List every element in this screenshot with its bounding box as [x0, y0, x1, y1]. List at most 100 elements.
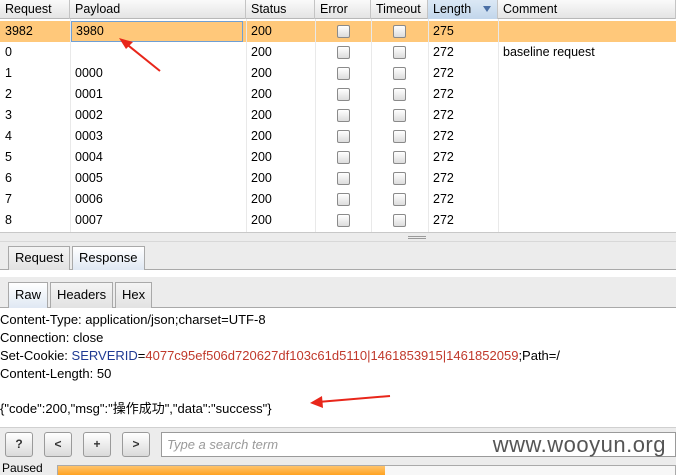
error-checkbox — [337, 25, 350, 38]
pane-splitter[interactable] — [0, 232, 676, 242]
response-text-area[interactable]: Content-Type: application/json;charset=U… — [0, 308, 676, 426]
column-header-payload[interactable]: Payload — [70, 0, 246, 19]
column-divider — [498, 19, 499, 232]
error-checkbox — [337, 46, 350, 59]
cookie-suffix: ;Path=/ — [518, 348, 560, 363]
table-row[interactable]: 4 0003 200 272 — [0, 126, 676, 147]
tab-headers[interactable]: Headers — [50, 282, 114, 308]
cell-payload: 0000 — [75, 66, 103, 80]
cell-comment — [498, 126, 676, 147]
table-row[interactable]: 0 200 272 baseline request — [0, 42, 676, 63]
table-row[interactable]: 1 0000 200 272 — [0, 63, 676, 84]
cell-payload: 0005 — [75, 171, 103, 185]
progress-row: Paused — [0, 461, 676, 475]
column-divider — [246, 19, 247, 232]
table-row[interactable]: 7 0006 200 272 — [0, 189, 676, 210]
cookie-name: SERVERID — [71, 348, 138, 363]
cell-comment — [498, 168, 676, 189]
sort-descending-icon — [483, 6, 491, 12]
timeout-checkbox — [393, 130, 406, 143]
response-json-body: {"code":200,"msg":"操作成功","data":"success… — [0, 401, 272, 416]
column-header-length-label: Length — [433, 2, 472, 16]
cell-length: 272 — [433, 129, 454, 143]
previous-match-button[interactable]: < — [44, 432, 72, 457]
header-set-cookie: Set-Cookie: SERVERID=4077c95ef506d720627… — [0, 347, 560, 365]
header-content-length: Content-Length: 50 — [0, 366, 112, 381]
cell-request: 3982 — [5, 24, 33, 38]
progress-fill — [58, 466, 385, 475]
cell-comment — [498, 84, 676, 105]
cell-status: 200 — [251, 171, 272, 185]
timeout-checkbox — [393, 172, 406, 185]
tab-hex[interactable]: Hex — [115, 282, 153, 308]
timeout-checkbox — [393, 25, 406, 38]
column-divider — [70, 19, 71, 232]
error-checkbox — [337, 109, 350, 122]
cell-request: 1 — [5, 66, 12, 80]
cell-status: 200 — [251, 24, 272, 38]
cell-status: 200 — [251, 45, 272, 59]
cell-request: 0 — [5, 45, 12, 59]
add-button[interactable]: + — [83, 432, 111, 457]
cell-payload: 0003 — [75, 129, 103, 143]
column-header-timeout[interactable]: Timeout — [371, 0, 428, 19]
cell-payload: 0006 — [75, 192, 103, 206]
timeout-checkbox — [393, 46, 406, 59]
cell-request: 4 — [5, 129, 12, 143]
cookie-value: 4077c95ef506d720627df103c61d5110|1461853… — [145, 348, 519, 363]
table-row[interactable]: 2 0001 200 272 — [0, 84, 676, 105]
splitter-grip-icon[interactable] — [408, 236, 426, 239]
table-row[interactable]: 3982 3980 200 275 — [0, 21, 676, 42]
table-row[interactable]: 8 0007 200 272 — [0, 210, 676, 231]
error-checkbox — [337, 151, 350, 164]
column-divider — [428, 19, 429, 232]
cell-status: 200 — [251, 213, 272, 227]
cell-status: 200 — [251, 66, 272, 80]
cell-comment: baseline request — [503, 45, 595, 59]
cell-length: 275 — [433, 24, 454, 38]
cell-request: 7 — [5, 192, 12, 206]
cell-length: 272 — [433, 87, 454, 101]
table-row[interactable]: 3 0002 200 272 — [0, 105, 676, 126]
cell-request: 6 — [5, 171, 12, 185]
cell-payload: 0007 — [75, 213, 103, 227]
cell-comment — [498, 147, 676, 168]
column-header-length[interactable]: Length — [428, 0, 498, 19]
cell-comment — [498, 105, 676, 126]
view-tabs: Raw Headers Hex — [0, 277, 676, 308]
next-match-button[interactable]: > — [122, 432, 150, 457]
column-divider — [371, 19, 372, 232]
cell-request: 2 — [5, 87, 12, 101]
cell-status: 200 — [251, 192, 272, 206]
tab-request[interactable]: Request — [8, 246, 71, 270]
error-checkbox — [337, 67, 350, 80]
cell-status: 200 — [251, 108, 272, 122]
table-header: Request Payload Status Error Timeout Len… — [0, 0, 676, 19]
column-divider — [315, 19, 316, 232]
timeout-checkbox — [393, 151, 406, 164]
help-button[interactable]: ? — [5, 432, 33, 457]
column-header-request[interactable]: Request — [0, 0, 70, 19]
table-row[interactable]: 5 0004 200 272 — [0, 147, 676, 168]
cell-comment — [498, 189, 676, 210]
column-header-comment[interactable]: Comment — [498, 0, 676, 19]
cell-request: 8 — [5, 213, 12, 227]
tab-response[interactable]: Response — [72, 246, 145, 270]
cell-status: 200 — [251, 129, 272, 143]
tab-raw[interactable]: Raw — [8, 282, 49, 308]
cell-comment — [498, 21, 676, 42]
cell-length: 272 — [433, 213, 454, 227]
cell-length: 272 — [433, 171, 454, 185]
cell-comment — [498, 210, 676, 231]
column-header-status[interactable]: Status — [246, 0, 315, 19]
column-header-error[interactable]: Error — [315, 0, 371, 19]
cell-request: 3 — [5, 108, 12, 122]
error-checkbox — [337, 172, 350, 185]
table-row[interactable]: 6 0005 200 272 — [0, 168, 676, 189]
error-checkbox — [337, 214, 350, 227]
progress-bar — [57, 465, 676, 475]
cell-length: 272 — [433, 192, 454, 206]
cell-length: 272 — [433, 45, 454, 59]
timeout-checkbox — [393, 88, 406, 101]
cell-length: 272 — [433, 66, 454, 80]
